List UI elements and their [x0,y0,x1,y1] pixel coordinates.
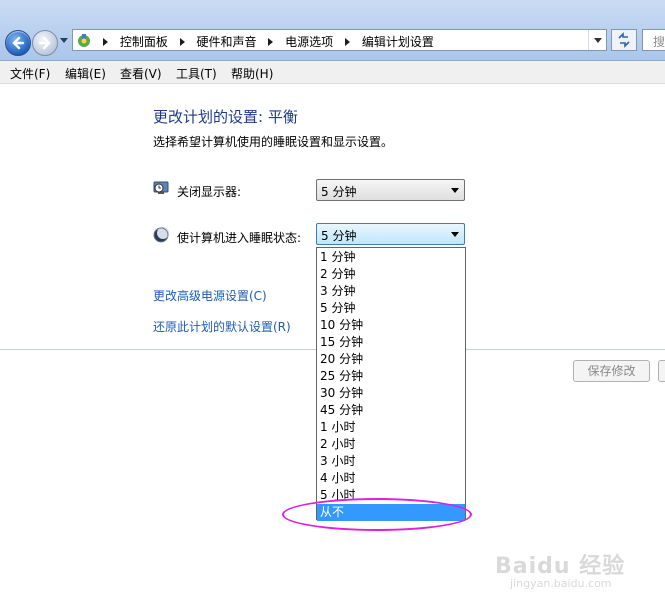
restore-defaults-link[interactable]: 还原此计划的默认设置(R) [153,318,291,335]
dropdown-option[interactable]: 3 小时 [317,453,465,470]
dropdown-option[interactable]: 10 分钟 [317,317,465,334]
search-input[interactable]: 搜 [642,29,665,51]
chevron-down-icon [451,232,459,237]
forward-arrow-icon [38,36,51,50]
address-toolbar: 控制面板 硬件和声音 电源选项 编辑计划设置 搜 [0,0,665,61]
menu-tools[interactable]: 工具(T) [176,65,217,82]
refresh-button[interactable] [611,29,637,51]
watermark-url: jingyan.baidu.com [510,577,612,590]
menu-file[interactable]: 文件(F) [10,65,50,82]
chevron-down-icon [594,38,602,43]
menu-help[interactable]: 帮助(H) [231,65,273,82]
display-off-label: 关闭显示器: [177,185,242,199]
sleep-label: 使计算机进入睡眠状态: [177,231,302,245]
dropdown-option[interactable]: 45 分钟 [317,402,465,419]
display-off-select[interactable]: 5 分钟 [316,179,465,201]
breadcrumb-edit-plan[interactable]: 编辑计划设置 [362,33,434,50]
breadcrumb-separator-icon[interactable] [268,38,274,46]
dropdown-option[interactable]: 30 分钟 [317,385,465,402]
watermark-logo: Baidu 经验 [495,554,626,579]
back-arrow-icon [12,36,25,50]
dropdown-option[interactable]: 20 分钟 [317,351,465,368]
dropdown-option[interactable]: 25 分钟 [317,368,465,385]
sleep-select[interactable]: 5 分钟 [316,223,465,245]
dropdown-option[interactable]: 4 小时 [317,470,465,487]
page-subtitle: 选择希望计算机使用的睡眠设置和显示设置。 [153,135,394,149]
highlight-ellipse [282,498,472,531]
dropdown-option[interactable]: 5 分钟 [317,300,465,317]
advanced-power-settings-link[interactable]: 更改高级电源设置(C) [153,287,267,304]
back-button[interactable] [5,30,31,56]
display-off-value: 5 分钟 [321,185,357,199]
dropdown-option[interactable]: 1 分钟 [317,249,465,266]
breadcrumb-power-options[interactable]: 电源选项 [285,33,333,50]
page-title: 更改计划的设置: 平衡 [153,108,298,126]
breadcrumb-separator-icon[interactable] [179,38,185,46]
chevron-down-icon [451,188,459,193]
refresh-icon [618,32,630,48]
dropdown-option[interactable]: 3 分钟 [317,283,465,300]
dropdown-option[interactable]: 15 分钟 [317,334,465,351]
menu-edit[interactable]: 编辑(E) [65,65,106,82]
breadcrumb-separator-icon[interactable] [345,38,351,46]
breadcrumb: 控制面板 硬件和声音 电源选项 编辑计划设置 [95,33,434,50]
cancel-button[interactable] [658,360,665,382]
menu-bar: 文件(F) 编辑(E) 查看(V) 工具(T) 帮助(H) [0,61,665,84]
recent-pages-arrow-icon[interactable] [60,38,68,43]
menu-view[interactable]: 查看(V) [120,65,162,82]
breadcrumb-hardware-sound[interactable]: 硬件和声音 [197,33,257,50]
sleep-value: 5 分钟 [321,229,357,243]
sleep-dropdown-list: 1 分钟 2 分钟 3 分钟 5 分钟 10 分钟 15 分钟 20 分钟 25 分钟 30 分… [316,247,466,521]
address-bar[interactable]: 控制面板 硬件和声音 电源选项 编辑计划设置 [72,29,607,51]
address-dropdown-button[interactable] [588,30,606,50]
breadcrumb-separator-icon[interactable] [103,38,108,46]
moon-sleep-icon [153,227,169,243]
dropdown-option[interactable]: 2 小时 [317,436,465,453]
breadcrumb-control-panel[interactable]: 控制面板 [120,33,168,50]
monitor-clock-icon [153,181,169,194]
dropdown-option[interactable]: 1 小时 [317,419,465,436]
control-panel-icon [78,34,90,47]
dropdown-option[interactable]: 2 分钟 [317,266,465,283]
save-changes-button[interactable]: 保存修改 [573,360,650,382]
forward-button[interactable] [32,30,58,56]
